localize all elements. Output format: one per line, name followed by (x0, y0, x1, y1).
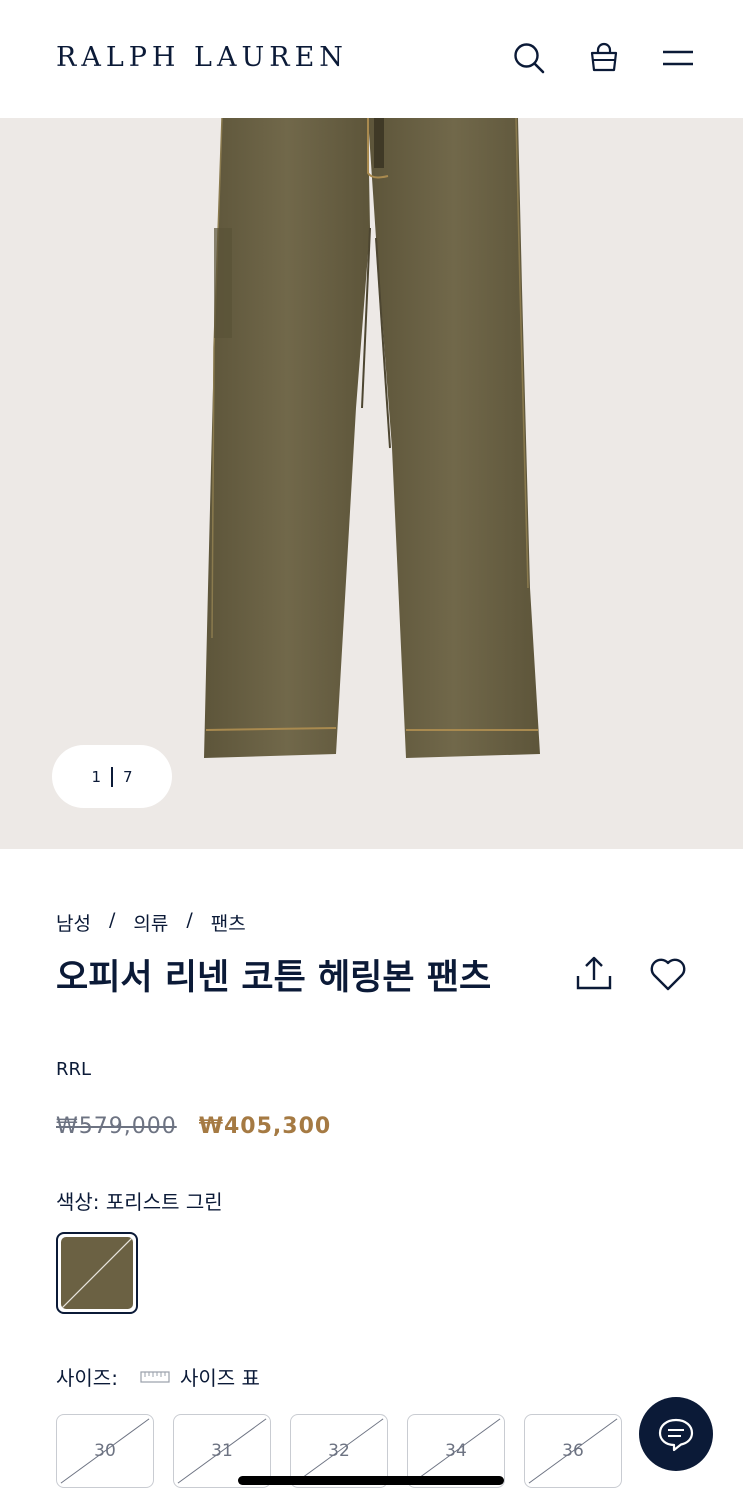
breadcrumb-pants[interactable]: 팬츠 (211, 909, 246, 936)
image-counter-total: 7 (123, 767, 133, 786)
breadcrumb-clothing[interactable]: 의류 (133, 909, 168, 936)
heart-icon[interactable] (648, 954, 688, 994)
color-label: 색상: 포리스트 그린 (56, 1190, 223, 1214)
chat-bubble-icon (658, 1418, 694, 1452)
size-option-30[interactable]: 30 (56, 1414, 154, 1488)
brand-logo[interactable]: RALPH LAUREN (56, 42, 348, 73)
home-indicator (238, 1476, 504, 1485)
chat-button[interactable] (639, 1397, 713, 1471)
product-brand[interactable]: RRL (56, 1059, 91, 1080)
color-swatch-forest-green[interactable] (56, 1232, 138, 1314)
ruler-icon (140, 1370, 170, 1383)
product-image-pants (204, 118, 540, 758)
breadcrumb-separator: / (108, 909, 116, 931)
original-price: ₩579,000 (56, 1114, 177, 1139)
share-icon[interactable] (574, 954, 614, 994)
product-image-gallery[interactable]: 1 7 (0, 118, 743, 849)
size-label: 사이즈: (56, 1366, 118, 1390)
product-title: 오피서 리넨 코튼 헤링본 팬츠 (56, 957, 492, 998)
price-block: ₩579,000 ₩405,300 (56, 1114, 331, 1139)
menu-icon[interactable] (660, 40, 696, 76)
sale-price: ₩405,300 (198, 1114, 332, 1139)
size-chart-link[interactable]: 사이즈 표 (140, 1362, 260, 1391)
size-chart-label: 사이즈 표 (179, 1366, 260, 1390)
size-header: 사이즈: 사이즈 표 (56, 1362, 260, 1391)
site-header: RALPH LAUREN (0, 0, 743, 118)
breadcrumb-men[interactable]: 남성 (56, 909, 91, 936)
counter-separator (111, 766, 113, 787)
image-counter: 1 7 (52, 745, 172, 808)
search-icon[interactable] (511, 40, 547, 76)
size-option-36[interactable]: 36 (524, 1414, 622, 1488)
breadcrumb-separator: / (186, 909, 193, 931)
swatch-fill (61, 1237, 133, 1309)
shopping-bag-icon[interactable] (586, 40, 622, 76)
image-counter-current: 1 (91, 767, 101, 786)
breadcrumb: 남성 / 의류 / 팬츠 (56, 909, 246, 936)
